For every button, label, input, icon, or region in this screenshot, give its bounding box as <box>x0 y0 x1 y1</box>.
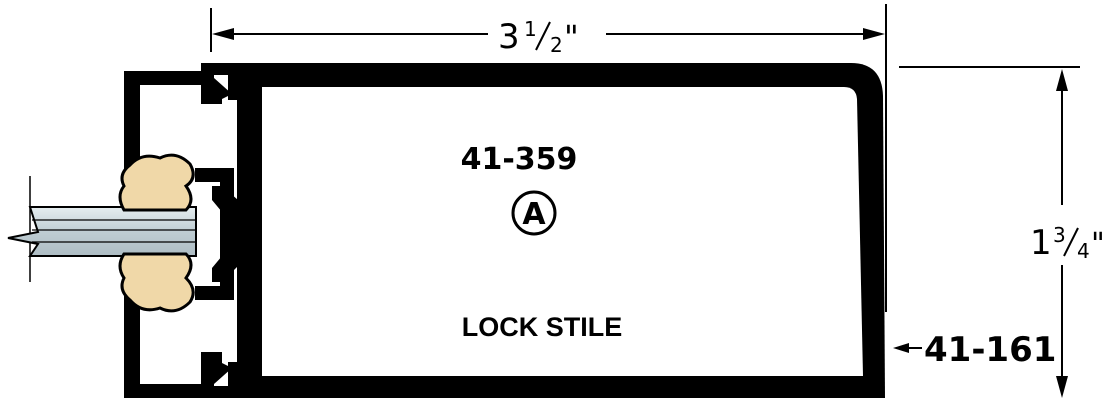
gasket-bottom <box>118 252 195 313</box>
part-number-side: 41-161 <box>924 330 1056 370</box>
height-fraction-slash <box>1063 227 1079 257</box>
height-numerator: 3 <box>1053 223 1066 247</box>
part-number-main: 41-359 <box>461 142 578 177</box>
height-whole: 1 <box>1030 223 1052 263</box>
gasket-top <box>118 153 195 212</box>
side-leader-arrowhead <box>893 343 909 353</box>
profile-label: LOCK STILE <box>462 312 623 342</box>
glazing-stop-nose <box>212 186 238 282</box>
width-arrowhead-left <box>212 28 234 40</box>
width-numerator: 1 <box>524 17 537 41</box>
height-arrowhead-top <box>1056 69 1068 91</box>
width-fraction-slash <box>535 21 551 51</box>
callout-letter: A <box>522 197 546 232</box>
extrusion-drawing: 3 1 2 " 1 3 4 " 41-359 A LOCK STILE 41-1… <box>0 0 1115 402</box>
callout-badge: A <box>511 190 557 236</box>
width-unit: " <box>564 18 579 56</box>
width-arrowhead-right <box>863 28 885 40</box>
side-part-callout: 41-161 <box>893 330 1056 370</box>
glass-pane <box>7 206 197 257</box>
lock-stile-profile-svg: 3 1 2 " 1 3 4 " 41-359 A LOCK STILE 41-1… <box>7 4 1105 398</box>
width-denominator: 2 <box>550 33 563 57</box>
height-denominator: 4 <box>1077 239 1090 263</box>
width-whole: 3 <box>498 17 520 57</box>
height-arrowhead-bottom <box>1056 376 1068 398</box>
height-unit: " <box>1091 227 1105 262</box>
